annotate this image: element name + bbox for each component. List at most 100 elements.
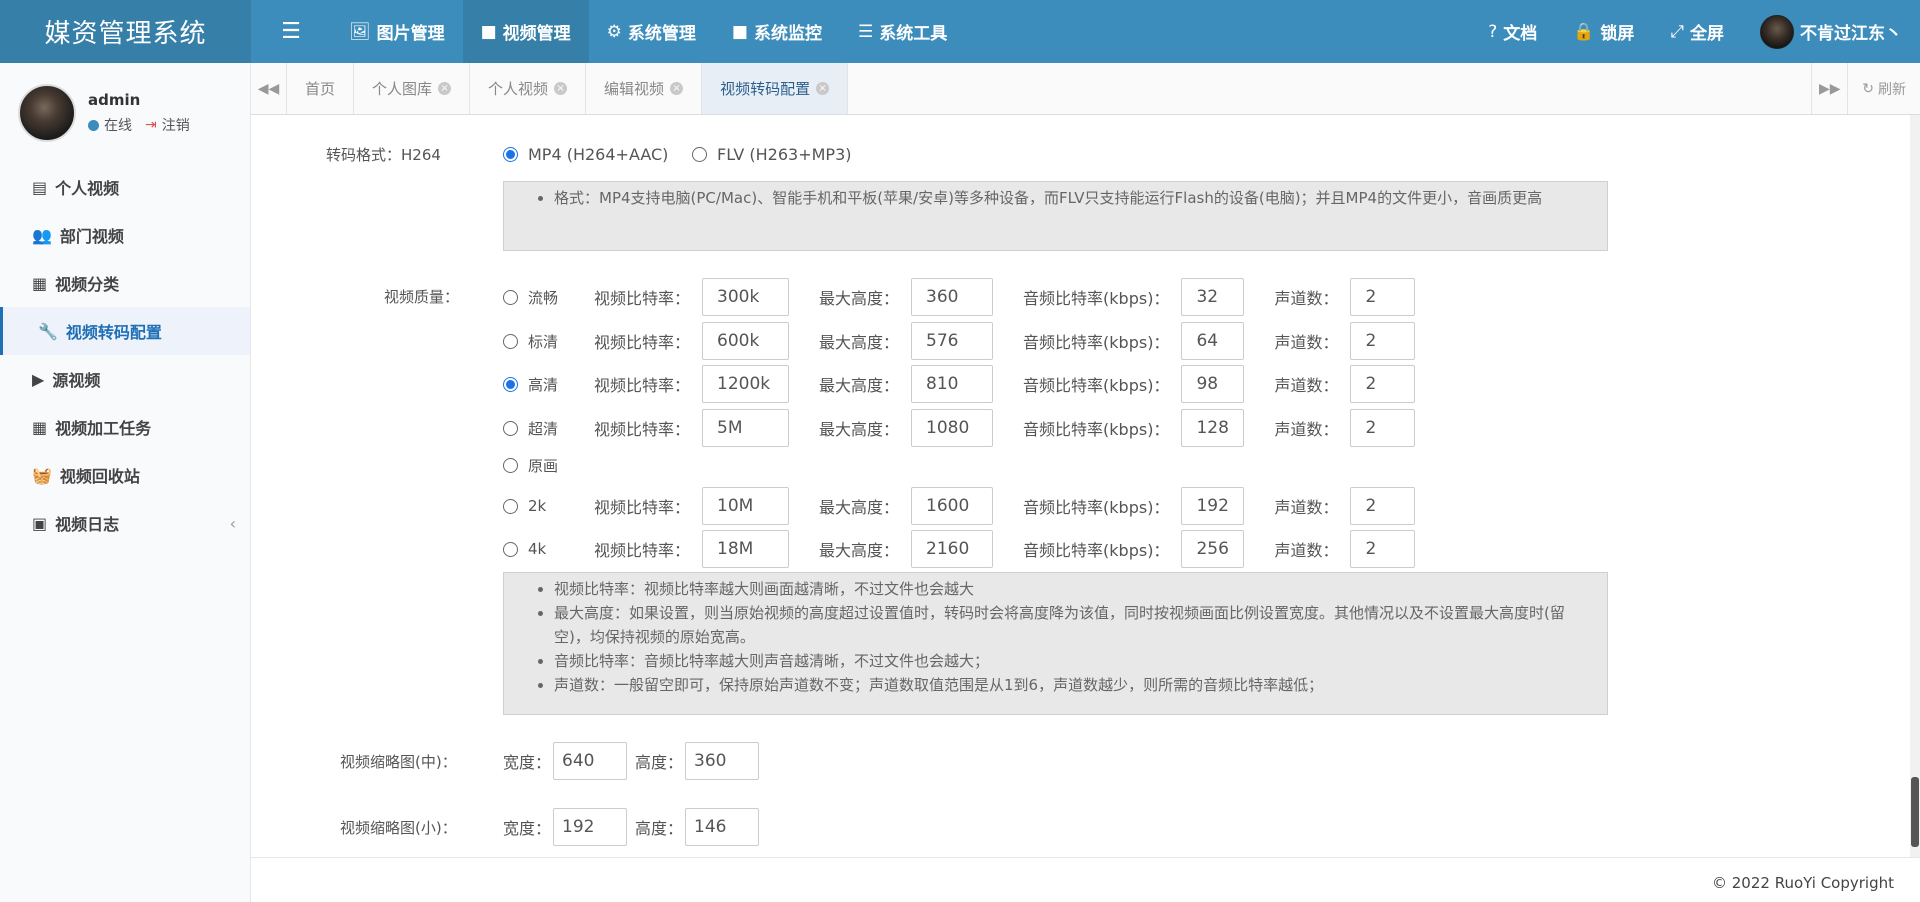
vertical-scrollbar[interactable] [1910, 115, 1920, 857]
radio-quality-hd[interactable] [503, 376, 518, 392]
footer: © 2022 RuoYi Copyright [251, 857, 1920, 902]
audio-bitrate-input[interactable]: 128 [1181, 409, 1245, 447]
wrench-icon: 🔧 [38, 321, 58, 341]
logout-icon[interactable]: ⇥ [145, 117, 157, 133]
audio-bitrate-input[interactable]: 64 [1181, 322, 1245, 360]
main-content: 转码格式：H264 MP4 (H264+AAC) FLV (H263+MP3) … [251, 115, 1920, 857]
list-icon: ☰ [857, 21, 874, 42]
app-brand[interactable]: 媒资管理系统 [0, 0, 251, 63]
sidebar-item-video-category[interactable]: ▦ 视频分类 [0, 259, 250, 307]
nav-video-management[interactable]: ■ 视频管理 [462, 0, 589, 63]
channels-input[interactable]: 2 [1350, 365, 1416, 403]
refresh-button[interactable]: ↻ 刷新 [1847, 63, 1920, 114]
user-menu[interactable]: 不肯过江东丶 [1742, 0, 1920, 63]
sidebar-menu: ▤ 个人视频 👥 部门视频 ▦ 视频分类 🔧 视频转码配置 ▶ 源视频 ▦ 视频加工任务 🧺… [0, 163, 250, 547]
thumb-mid-width-input[interactable]: 640 [553, 742, 628, 780]
thumb-small-width-input[interactable]: 192 [553, 808, 628, 846]
max-height-input[interactable]: 576 [911, 322, 994, 360]
thumb-mid-height-input[interactable]: 360 [685, 742, 760, 780]
tab-personal-gallery[interactable]: 个人图库 × [354, 63, 471, 114]
audio-bitrate-input[interactable]: 256 [1181, 530, 1245, 568]
max-height-input[interactable]: 1080 [911, 409, 994, 447]
audio-bitrate-input[interactable]: 192 [1181, 487, 1245, 525]
audio-bitrate-input[interactable]: 98 [1181, 365, 1245, 403]
calendar-minus-icon: ▣ [32, 513, 48, 533]
radio-quality-smooth[interactable] [503, 289, 518, 305]
nav-system-management[interactable]: ⚙ 系统管理 [589, 0, 714, 63]
video-bitrate-input[interactable]: 5M [702, 409, 790, 447]
thumb-small-row: 宽度： 192 高度： 146 [503, 808, 760, 846]
video-bitrate-input[interactable]: 1200k [702, 365, 790, 403]
sidebar-item-personal-video[interactable]: ▤ 个人视频 [0, 163, 250, 211]
radio-quality-4k[interactable] [503, 541, 518, 557]
audio-bitrate-input[interactable]: 32 [1181, 278, 1245, 316]
max-height-input[interactable]: 1600 [911, 487, 994, 525]
user-info: admin 在线 ⇥ 注销 [88, 91, 190, 135]
quality-row-4k: 4k 视频比特率： 18M 最大高度： 2160 音频比特率(kbps)： 25… [503, 530, 1416, 568]
sidebar-item-processing-tasks[interactable]: ▦ 视频加工任务 [0, 403, 250, 451]
image-icon: 🖼 [349, 21, 371, 42]
channels-input[interactable]: 2 [1350, 409, 1416, 447]
format-option-mp4[interactable]: MP4 (H264+AAC) [503, 145, 668, 164]
quality-row-fhd: 超清 视频比特率： 5M 最大高度： 1080 音频比特率(kbps)： 128… [503, 409, 1416, 447]
thumb-small-height-input[interactable]: 146 [685, 808, 760, 846]
close-icon[interactable]: × [816, 82, 830, 95]
scrollbar-thumb[interactable] [1911, 777, 1919, 847]
user-status: 在线 ⇥ 注销 [88, 115, 190, 135]
max-height-input[interactable]: 2160 [911, 530, 994, 568]
sidebar-item-video-log[interactable]: ▣ 视频日志 ‹ [0, 499, 250, 547]
tabs-scroll-left-icon[interactable]: ◀◀ [251, 63, 287, 114]
chevron-left-icon[interactable]: ‹ [230, 514, 236, 533]
tab-personal-video[interactable]: 个人视频 × [470, 63, 587, 114]
close-icon[interactable]: × [670, 82, 684, 95]
nav-system-monitor[interactable]: ■ 系统监控 [714, 0, 840, 63]
quality-row-smooth: 流畅 视频比特率： 300k 最大高度： 360 音频比特率(kbps)： 32… [503, 278, 1416, 316]
tab-edit-video[interactable]: 编辑视频 × [586, 63, 703, 114]
nav-image-management[interactable]: 🖼 图片管理 [331, 0, 463, 63]
sidebar-item-recycle-bin[interactable]: 🧺 视频回收站 [0, 451, 250, 499]
channels-input[interactable]: 2 [1350, 530, 1416, 568]
copyright-text: © 2022 RuoYi Copyright [1712, 874, 1894, 892]
format-option-flv[interactable]: FLV (H263+MP3) [692, 145, 851, 164]
users-icon: 👥 [32, 225, 52, 245]
quality-row-hd: 高清 视频比特率： 1200k 最大高度： 810 音频比特率(kbps)： 9… [503, 365, 1416, 403]
radio-flv[interactable] [692, 147, 707, 162]
sidebar-item-transcode-config[interactable]: 🔧 视频转码配置 [0, 307, 250, 355]
top-nav: 🖼 图片管理 ■ 视频管理 ⚙ 系统管理 ■ 系统监控 ☰ 系统工具 [331, 0, 965, 63]
video-bitrate-input[interactable]: 10M [702, 487, 790, 525]
radio-quality-original[interactable] [503, 457, 518, 473]
radio-quality-2k[interactable] [503, 498, 518, 514]
basket-icon: 🧺 [32, 465, 52, 485]
avatar [18, 84, 76, 142]
tabs-scroll-right-icon[interactable]: ▶▶ [1811, 63, 1847, 114]
close-icon[interactable]: × [554, 82, 568, 95]
channels-input[interactable]: 2 [1350, 487, 1416, 525]
quality-row-original: 原画 [503, 446, 594, 484]
menu-toggle-icon[interactable]: ☰ [251, 0, 331, 63]
top-right-nav: ? 文档 🔒 锁屏 ⤢ 全屏 不肯过江东丶 [1470, 0, 1920, 63]
sidebar-item-dept-video[interactable]: 👥 部门视频 [0, 211, 250, 259]
docs-link[interactable]: ? 文档 [1470, 0, 1555, 63]
sidebar-item-source-video[interactable]: ▶ 源视频 [0, 355, 250, 403]
radio-mp4[interactable] [503, 147, 518, 162]
video-bitrate-input[interactable]: 600k [702, 322, 790, 360]
lock-screen-link[interactable]: 🔒 锁屏 [1555, 0, 1652, 63]
channels-input[interactable]: 2 [1350, 322, 1416, 360]
tab-transcode-config[interactable]: 视频转码配置 × [702, 63, 849, 114]
format-help: 格式：MP4支持电脑(PC/Mac)、智能手机和平板(苹果/安卓)等多种设备，而… [503, 181, 1608, 251]
logout-link[interactable]: 注销 [162, 115, 190, 135]
radio-quality-fhd[interactable] [503, 420, 518, 436]
video-bitrate-input[interactable]: 300k [702, 278, 790, 316]
nav-system-tools[interactable]: ☰ 系统工具 [840, 0, 965, 63]
quality-row-sd: 标清 视频比特率： 600k 最大高度： 576 音频比特率(kbps)： 64… [503, 322, 1416, 360]
lock-icon: 🔒 [1573, 21, 1595, 42]
max-height-input[interactable]: 360 [911, 278, 994, 316]
video-bitrate-input[interactable]: 18M [702, 530, 790, 568]
fullscreen-link[interactable]: ⤢ 全屏 [1652, 0, 1742, 63]
radio-quality-sd[interactable] [503, 333, 518, 349]
close-icon[interactable]: × [438, 82, 452, 95]
channels-input[interactable]: 2 [1350, 278, 1416, 316]
user-panel: admin 在线 ⇥ 注销 [0, 63, 250, 163]
max-height-input[interactable]: 810 [911, 365, 994, 403]
tab-home[interactable]: 首页 [287, 63, 355, 114]
